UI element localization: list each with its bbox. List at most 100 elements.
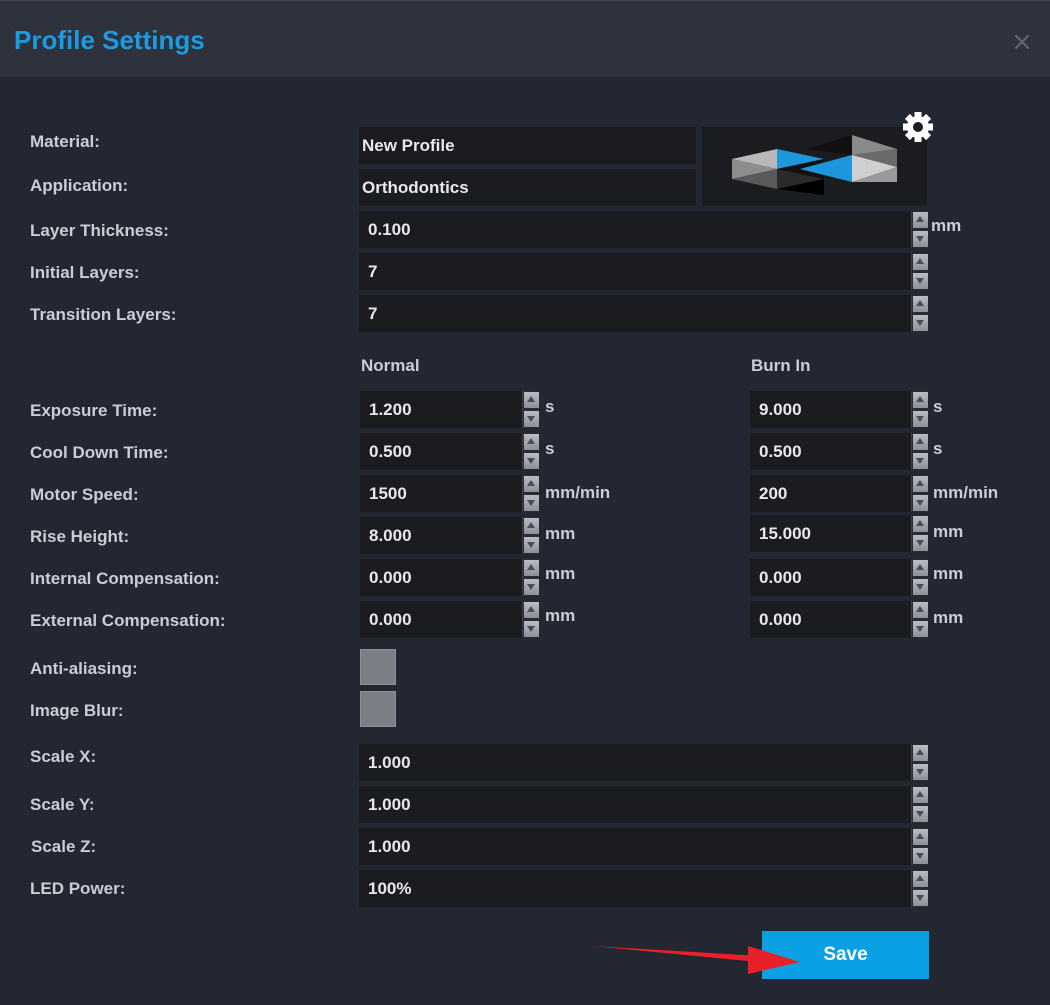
transition-layers-input[interactable]: 7 (359, 295, 911, 332)
stepper-down-icon[interactable] (913, 315, 928, 331)
stepper-down-icon[interactable] (913, 848, 928, 864)
stepper-up-icon[interactable] (524, 518, 539, 534)
scale-z-stepper[interactable] (911, 828, 928, 865)
stepper-up-icon[interactable] (524, 602, 539, 618)
cool-down-time-normal-stepper[interactable] (522, 433, 539, 470)
stepper-down-icon[interactable] (913, 453, 928, 469)
stepper-up-icon[interactable] (524, 560, 539, 576)
exposure-time-label: Exposure Time: (30, 401, 158, 420)
layer-thickness-stepper[interactable] (911, 211, 928, 248)
external-compensation-burn-in-stepper[interactable] (911, 601, 928, 638)
scale-y-stepper[interactable] (911, 786, 928, 823)
exposure-time-burn-in-input[interactable]: 9.000 (750, 391, 911, 428)
rise-height-burn-in-input[interactable]: 15.000 (750, 515, 911, 552)
stepper-down-icon[interactable] (524, 453, 539, 469)
dialog-title: Profile Settings (14, 25, 205, 55)
motor-speed-burn-in-input[interactable]: 200 (750, 475, 911, 512)
transition-layers-label: Transition Layers: (30, 305, 177, 324)
stepper-up-icon[interactable] (913, 392, 928, 408)
stepper-down-icon[interactable] (524, 411, 539, 427)
stepper-down-icon[interactable] (913, 579, 928, 595)
anti-aliasing-label: Anti-aliasing: (30, 659, 138, 678)
motor-speed-burn-in-stepper[interactable] (911, 475, 928, 512)
layer-thickness-input[interactable]: 0.100 (359, 211, 911, 248)
rise-height-burn-in-stepper[interactable] (911, 515, 928, 552)
stepper-up-icon[interactable] (913, 476, 928, 492)
annotation-arrow-icon (592, 946, 800, 974)
stepper-down-icon[interactable] (913, 764, 928, 780)
stepper-up-icon[interactable] (524, 476, 539, 492)
anti-aliasing-checkbox[interactable] (360, 649, 396, 685)
internal-compensation-burn-in-stepper[interactable] (911, 559, 928, 596)
initial-layers-label: Initial Layers: (30, 263, 140, 282)
stepper-down-icon[interactable] (913, 231, 928, 247)
close-icon[interactable]: × (1011, 29, 1033, 55)
stepper-down-icon[interactable] (524, 537, 539, 553)
stepper-down-icon[interactable] (913, 411, 928, 427)
exposure-time-burn-in-stepper[interactable] (911, 391, 928, 428)
internal-compensation-normal-stepper[interactable] (522, 559, 539, 596)
rise-height-burn-in-unit: mm (933, 522, 964, 541)
led-power-stepper[interactable] (911, 870, 928, 907)
stepper-down-icon[interactable] (524, 579, 539, 595)
stepper-up-icon[interactable] (524, 392, 539, 408)
scale-x-input[interactable]: 1.000 (359, 744, 911, 781)
internal-compensation-burn-in-unit: mm (933, 564, 964, 583)
stepper-up-icon[interactable] (524, 434, 539, 450)
stepper-down-icon[interactable] (524, 495, 539, 511)
stepper-up-icon[interactable] (913, 787, 928, 803)
scale-z-input[interactable]: 1.000 (359, 828, 911, 865)
external-compensation-burn-in-input[interactable]: 0.000 (750, 601, 911, 638)
internal-compensation-normal-input[interactable]: 0.000 (360, 559, 522, 596)
stepper-up-icon[interactable] (913, 434, 928, 450)
gear-icon[interactable] (901, 110, 935, 144)
layer-thickness-label: Layer Thickness: (30, 221, 169, 240)
exposure-time-burn-in-unit: s (933, 397, 943, 416)
layer-thickness-unit: mm (931, 216, 962, 235)
cool-down-time-normal-input[interactable]: 0.500 (360, 433, 522, 470)
stepper-down-icon[interactable] (524, 621, 539, 637)
stepper-up-icon[interactable] (913, 516, 928, 532)
external-compensation-normal-input[interactable]: 0.000 (360, 601, 522, 638)
cool-down-time-label: Cool Down Time: (30, 443, 169, 462)
stepper-up-icon[interactable] (913, 254, 928, 270)
material-input[interactable]: New Profile (359, 127, 696, 164)
exposure-time-normal-input[interactable]: 1.200 (360, 391, 522, 428)
stepper-down-icon[interactable] (913, 621, 928, 637)
stepper-down-icon[interactable] (913, 495, 928, 511)
profile-logo-icon (732, 135, 897, 195)
led-power-input[interactable]: 100% (359, 870, 911, 907)
external-compensation-normal-stepper[interactable] (522, 601, 539, 638)
stepper-up-icon[interactable] (913, 296, 928, 312)
stepper-up-icon[interactable] (913, 871, 928, 887)
cool-down-time-burn-in-stepper[interactable] (911, 433, 928, 470)
internal-compensation-burn-in-input[interactable]: 0.000 (750, 559, 911, 596)
initial-layers-input[interactable]: 7 (359, 253, 911, 290)
stepper-up-icon[interactable] (913, 602, 928, 618)
stepper-down-icon[interactable] (913, 806, 928, 822)
external-compensation-normal-unit: mm (545, 606, 576, 625)
rise-height-normal-input[interactable]: 8.000 (360, 517, 522, 554)
rise-height-normal-stepper[interactable] (522, 517, 539, 554)
stepper-down-icon[interactable] (913, 273, 928, 289)
motor-speed-label: Motor Speed: (30, 485, 139, 504)
motor-speed-normal-input[interactable]: 1500 (360, 475, 522, 512)
stepper-up-icon[interactable] (913, 212, 928, 228)
scale-y-input[interactable]: 1.000 (359, 786, 911, 823)
cool-down-time-burn-in-input[interactable]: 0.500 (750, 433, 911, 470)
motor-speed-normal-stepper[interactable] (522, 475, 539, 512)
transition-layers-stepper[interactable] (911, 295, 928, 332)
stepper-up-icon[interactable] (913, 829, 928, 845)
scale-x-stepper[interactable] (911, 744, 928, 781)
external-compensation-label: External Compensation: (30, 611, 226, 630)
stepper-up-icon[interactable] (913, 560, 928, 576)
internal-compensation-label: Internal Compensation: (30, 569, 220, 588)
exposure-time-normal-stepper[interactable] (522, 391, 539, 428)
image-blur-checkbox[interactable] (360, 691, 396, 727)
stepper-down-icon[interactable] (913, 535, 928, 551)
initial-layers-stepper[interactable] (911, 253, 928, 290)
stepper-up-icon[interactable] (913, 745, 928, 761)
application-input[interactable]: Orthodontics (359, 169, 696, 206)
stepper-down-icon[interactable] (913, 890, 928, 906)
led-power-label: LED Power: (30, 879, 126, 898)
